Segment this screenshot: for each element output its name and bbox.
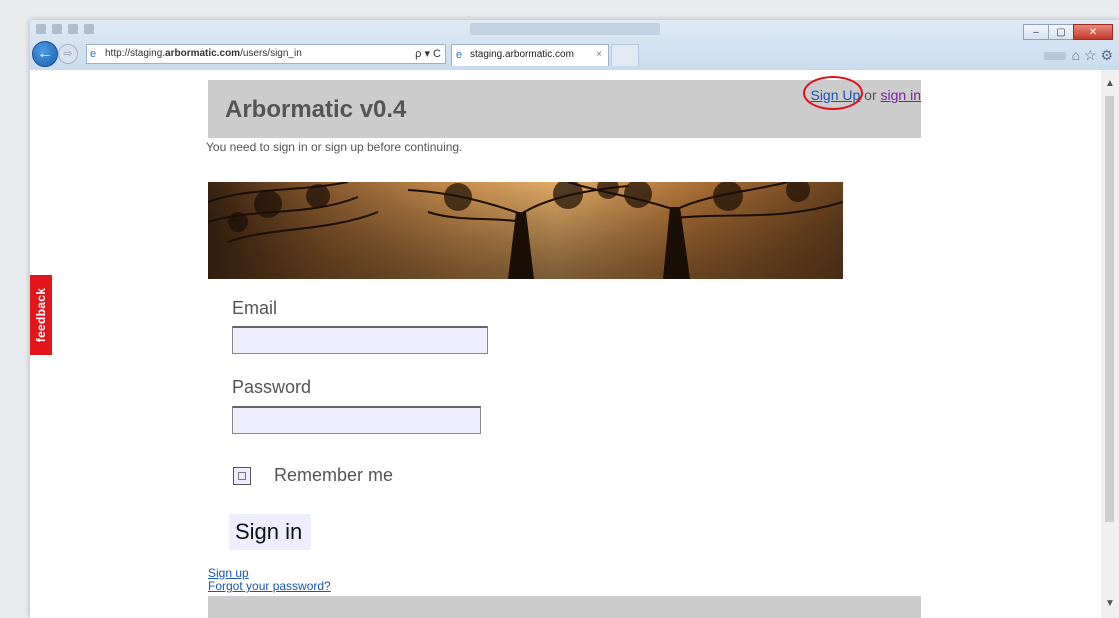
tab-close-icon[interactable]: × bbox=[596, 45, 602, 65]
home-star-gear-icons[interactable]: ⌂ ☆ ⚙ bbox=[1072, 47, 1113, 64]
forgot-password-link[interactable]: Forgot your password? bbox=[208, 580, 331, 593]
sign-in-link[interactable]: sign in bbox=[881, 87, 921, 103]
quick-icon[interactable] bbox=[68, 24, 78, 34]
back-arrow-icon[interactable]: ← bbox=[32, 41, 58, 67]
password-label: Password bbox=[232, 377, 312, 397]
quick-icon[interactable] bbox=[84, 24, 94, 34]
vertical-scrollbar[interactable]: ▲ ▼ bbox=[1101, 70, 1119, 618]
user-blurred bbox=[1043, 51, 1066, 60]
email-input[interactable] bbox=[232, 326, 488, 354]
browser-tools: ⌂ ☆ ⚙ bbox=[1043, 47, 1113, 64]
maximize-button[interactable]: ▢ bbox=[1048, 24, 1074, 40]
url-path: /users/sign_in bbox=[240, 48, 302, 59]
url-host: arbormatic.com bbox=[165, 48, 241, 59]
feedback-label: feedback bbox=[34, 287, 48, 343]
window-controls: – ▢ ✕ bbox=[1023, 24, 1113, 40]
browser-titlebar: – ▢ ✕ ← ⇨ e http://staging.arbormatic.co… bbox=[30, 20, 1119, 70]
ie-page-icon: e bbox=[90, 48, 97, 60]
remember-me-label: Remember me bbox=[274, 465, 394, 485]
search-refresh-controls[interactable]: ρ ▾ C bbox=[415, 45, 441, 63]
address-url: http://staging.arbormatic.com/users/sign… bbox=[105, 45, 302, 63]
feedback-tab[interactable]: feedback bbox=[30, 275, 52, 355]
tab-staging[interactable]: e staging.arbormatic.com × bbox=[451, 44, 609, 66]
site-title: Arbormatic v0.4 bbox=[225, 96, 407, 123]
password-input[interactable] bbox=[232, 406, 481, 434]
minimize-button[interactable]: – bbox=[1023, 24, 1049, 40]
url-prefix: http://staging. bbox=[105, 48, 166, 59]
remember-me-checkbox[interactable] bbox=[233, 467, 251, 485]
tab-title: staging.arbormatic.com bbox=[470, 49, 574, 60]
email-label: Email bbox=[232, 298, 278, 318]
page-content: feedback Arbormatic v0.4 Sign Up or sign… bbox=[30, 70, 1119, 618]
banner-image bbox=[208, 182, 843, 279]
scroll-thumb[interactable] bbox=[1105, 96, 1114, 522]
site-header: Arbormatic v0.4 Sign Up or sign in bbox=[208, 76, 921, 138]
quick-access-icons bbox=[36, 24, 94, 38]
forward-arrow-icon[interactable]: ⇨ bbox=[58, 44, 78, 64]
or-text: or bbox=[860, 87, 881, 103]
scroll-down-icon[interactable]: ▼ bbox=[1101, 598, 1119, 612]
sign-in-button[interactable]: Sign in bbox=[229, 514, 311, 550]
quick-icon[interactable] bbox=[36, 24, 46, 34]
scroll-up-icon[interactable]: ▲ bbox=[1101, 78, 1119, 92]
quick-icon[interactable] bbox=[52, 24, 62, 34]
browser-window: – ▢ ✕ ← ⇨ e http://staging.arbormatic.co… bbox=[30, 20, 1119, 618]
ie-tab-icon: e bbox=[456, 49, 463, 61]
footer-bar bbox=[208, 596, 921, 618]
window-title-blurred bbox=[470, 23, 660, 35]
annotation-circle bbox=[803, 76, 863, 110]
trees-silhouette bbox=[208, 182, 843, 279]
bottom-links: Sign up Forgot your password? bbox=[208, 567, 331, 593]
new-tab-button[interactable] bbox=[611, 44, 639, 66]
close-button[interactable]: ✕ bbox=[1073, 24, 1113, 40]
flash-notice: You need to sign in or sign up before co… bbox=[206, 140, 463, 154]
address-bar[interactable]: e http://staging.arbormatic.com/users/si… bbox=[86, 44, 446, 64]
